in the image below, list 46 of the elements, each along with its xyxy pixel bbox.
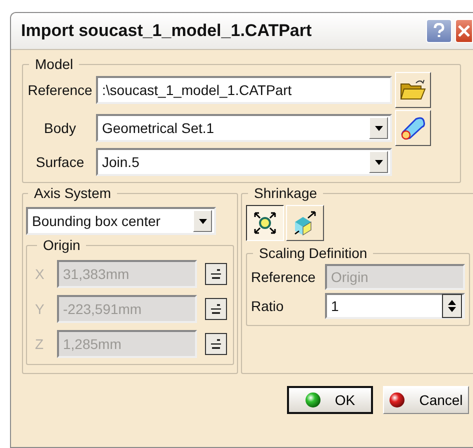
coordinate-label: Z: [35, 336, 45, 352]
window-title: Import soucast_1_model_1.CATPart: [21, 21, 312, 41]
field-label: Reference: [251, 269, 317, 285]
group-title: Axis System: [33, 185, 112, 201]
reference-field[interactable]: :\soucast_1_model_1.CATPart: [96, 76, 392, 104]
coordinate-label: Y: [35, 301, 46, 317]
axis-system-dropdown[interactable]: Bounding box center: [26, 207, 216, 235]
group-title: Origin: [42, 237, 82, 253]
field-label: Surface: [34, 154, 86, 170]
uniform-scale-button[interactable]: [246, 205, 284, 241]
spinner-button[interactable]: [442, 294, 462, 318]
ratio-field[interactable]: 1: [325, 293, 465, 319]
question-mark-icon: [432, 23, 446, 39]
dropdown-arrow-icon: [374, 126, 382, 130]
ok-button[interactable]: OK: [287, 386, 373, 414]
cylinder-icon: [399, 116, 427, 140]
dropdown-arrow-icon: [374, 160, 382, 164]
affinity-scale-button[interactable]: [286, 205, 324, 241]
group-title: Shrinkage: [253, 185, 318, 201]
dropdown-arrow-icon: [198, 218, 206, 224]
cancel-button[interactable]: Cancel: [383, 386, 469, 414]
spinner-icon: [210, 302, 222, 316]
spinner-button[interactable]: [205, 333, 227, 355]
group-title: Scaling Definition: [258, 245, 368, 261]
spinner-icon: [210, 267, 222, 281]
open-folder-button[interactable]: [395, 72, 431, 108]
close-button[interactable]: [455, 19, 473, 43]
scale-center-icon: [253, 211, 277, 235]
spinner-icon: [210, 337, 222, 351]
field-label: Body: [43, 120, 77, 136]
close-icon: [457, 24, 471, 38]
field-label: Reference: [27, 82, 93, 98]
spinner-button[interactable]: [205, 298, 227, 320]
folder-icon: [400, 79, 426, 101]
help-button[interactable]: [426, 19, 452, 43]
group-title: Model: [34, 56, 74, 72]
surface-dropdown[interactable]: Join.5: [96, 148, 392, 176]
cancel-ball-icon: [389, 392, 406, 408]
coordinate-label: X: [35, 266, 46, 282]
up-down-arrows-icon: [447, 299, 457, 313]
confirm-ball-icon: [304, 392, 321, 408]
field-label: Ratio: [251, 298, 285, 314]
body-dropdown[interactable]: Geometrical Set.1: [96, 114, 392, 142]
spinner-button[interactable]: [205, 263, 227, 285]
scale-cube-icon: [292, 210, 318, 236]
body-select-button[interactable]: [395, 110, 431, 146]
